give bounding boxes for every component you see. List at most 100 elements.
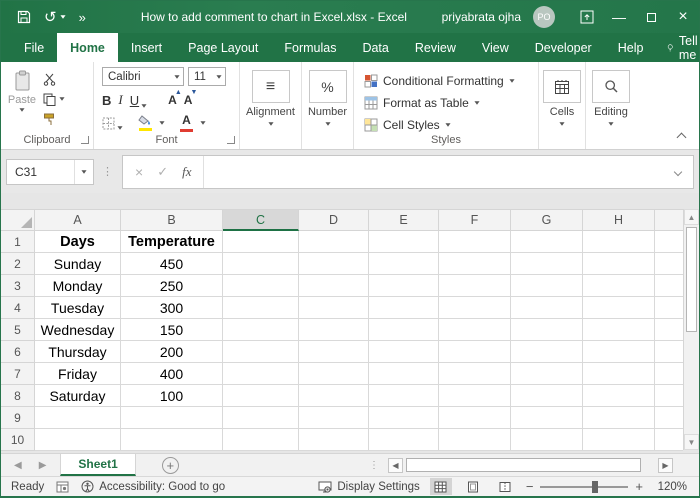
- cell-G1[interactable]: [511, 231, 583, 253]
- underline-button[interactable]: U: [130, 93, 147, 108]
- cell-C1[interactable]: [223, 231, 299, 253]
- horizontal-scroll-thumb[interactable]: [406, 458, 641, 472]
- cell-H3[interactable]: [583, 275, 655, 297]
- tab-developer[interactable]: Developer: [522, 33, 605, 62]
- cell-E10[interactable]: [369, 429, 439, 451]
- cells-chevron-icon[interactable]: [559, 122, 564, 125]
- row-header-10[interactable]: 10: [1, 429, 35, 451]
- tab-review[interactable]: Review: [402, 33, 469, 62]
- tab-insert[interactable]: Insert: [118, 33, 175, 62]
- cell-F3[interactable]: [439, 275, 511, 297]
- zoom-level[interactable]: 120%: [653, 481, 687, 493]
- column-header-A[interactable]: A: [35, 209, 121, 231]
- cell-E5[interactable]: [369, 319, 439, 341]
- cell-F5[interactable]: [439, 319, 511, 341]
- cell-B9[interactable]: [121, 407, 223, 429]
- fill-color-button[interactable]: [138, 115, 152, 131]
- number-button[interactable]: %: [309, 70, 347, 103]
- cell-E9[interactable]: [369, 407, 439, 429]
- cell-G8[interactable]: [511, 385, 583, 407]
- cell-B10[interactable]: [121, 429, 223, 451]
- new-sheet-button[interactable]: +: [162, 457, 179, 474]
- zoom-slider[interactable]: [540, 486, 628, 488]
- maximize-button[interactable]: [635, 1, 667, 33]
- scroll-down-icon[interactable]: ▼: [684, 434, 699, 450]
- normal-view-button[interactable]: [430, 478, 452, 495]
- cell-E4[interactable]: [369, 297, 439, 319]
- cell-D3[interactable]: [299, 275, 369, 297]
- cell-C8[interactable]: [223, 385, 299, 407]
- copy-chevron-icon[interactable]: [59, 97, 64, 100]
- cell-H4[interactable]: [583, 297, 655, 319]
- vertical-scrollbar[interactable]: ▲ ▼: [683, 209, 699, 450]
- cell-H1[interactable]: [583, 231, 655, 253]
- formula-input[interactable]: [204, 156, 675, 188]
- clipboard-dialog-launcher[interactable]: [81, 136, 89, 144]
- cell-G5[interactable]: [511, 319, 583, 341]
- copy-button[interactable]: [43, 92, 65, 106]
- column-header-D[interactable]: D: [299, 209, 369, 231]
- cell-A5[interactable]: Wednesday: [35, 319, 121, 341]
- cell-E6[interactable]: [369, 341, 439, 363]
- column-header-B[interactable]: B: [121, 209, 223, 231]
- cell-D5[interactable]: [299, 319, 369, 341]
- undo-button[interactable]: ↺: [44, 10, 66, 25]
- editing-chevron-icon[interactable]: [608, 122, 613, 125]
- alignment-chevron-icon[interactable]: [268, 122, 273, 125]
- cell-C3[interactable]: [223, 275, 299, 297]
- conditional-formatting-button[interactable]: Conditional Formatting: [364, 70, 538, 92]
- close-button[interactable]: ×: [667, 1, 699, 33]
- cell-F4[interactable]: [439, 297, 511, 319]
- cell-D6[interactable]: [299, 341, 369, 363]
- cell-H10[interactable]: [583, 429, 655, 451]
- cell-A1[interactable]: Days: [35, 231, 121, 253]
- formula-bar-splitter[interactable]: ⋮: [102, 165, 114, 178]
- cell-B6[interactable]: 200: [121, 341, 223, 363]
- cell-B1[interactable]: Temperature: [121, 231, 223, 253]
- cell-C2[interactable]: [223, 253, 299, 275]
- cell-B7[interactable]: 400: [121, 363, 223, 385]
- undo-chevron-icon[interactable]: [60, 15, 65, 18]
- editing-button[interactable]: [592, 70, 630, 103]
- cell-D7[interactable]: [299, 363, 369, 385]
- cell-A10[interactable]: [35, 429, 121, 451]
- cell-C5[interactable]: [223, 319, 299, 341]
- scroll-right-icon[interactable]: ▶: [658, 458, 673, 473]
- row-header-4[interactable]: 4: [1, 297, 35, 319]
- cell-D10[interactable]: [299, 429, 369, 451]
- cell-D2[interactable]: [299, 253, 369, 275]
- font-dialog-launcher[interactable]: [227, 136, 235, 144]
- cell-A2[interactable]: Sunday: [35, 253, 121, 275]
- cell-D4[interactable]: [299, 297, 369, 319]
- column-header-G[interactable]: G: [511, 209, 583, 231]
- tab-data[interactable]: Data: [349, 33, 401, 62]
- accessibility-status[interactable]: Accessibility: Good to go: [81, 480, 225, 493]
- save-icon[interactable]: [17, 10, 31, 24]
- cell-C10[interactable]: [223, 429, 299, 451]
- ribbon-display-options-button[interactable]: [571, 1, 603, 33]
- cell-A7[interactable]: Friday: [35, 363, 121, 385]
- format-as-table-button[interactable]: Format as Table: [364, 92, 538, 114]
- scroll-left-icon[interactable]: ◀: [388, 458, 403, 473]
- row-header-3[interactable]: 3: [1, 275, 35, 297]
- tab-help[interactable]: Help: [605, 33, 657, 62]
- underline-chevron-icon[interactable]: [142, 104, 147, 107]
- row-header-9[interactable]: 9: [1, 407, 35, 429]
- cell-A4[interactable]: Tuesday: [35, 297, 121, 319]
- select-all-button[interactable]: [1, 209, 35, 231]
- tab-file[interactable]: File: [11, 33, 57, 62]
- cell-C4[interactable]: [223, 297, 299, 319]
- cell-E7[interactable]: [369, 363, 439, 385]
- zoom-slider-thumb[interactable]: [592, 481, 598, 493]
- row-header-2[interactable]: 2: [1, 253, 35, 275]
- row-header-1[interactable]: 1: [1, 231, 35, 253]
- sheet-tab-sheet1[interactable]: Sheet1: [60, 454, 135, 476]
- cell-H9[interactable]: [583, 407, 655, 429]
- row-header-7[interactable]: 7: [1, 363, 35, 385]
- cell-F6[interactable]: [439, 341, 511, 363]
- page-break-view-button[interactable]: [494, 478, 516, 495]
- cell-F9[interactable]: [439, 407, 511, 429]
- column-header-H[interactable]: H: [583, 209, 655, 231]
- scroll-up-icon[interactable]: ▲: [684, 209, 699, 225]
- cell-G4[interactable]: [511, 297, 583, 319]
